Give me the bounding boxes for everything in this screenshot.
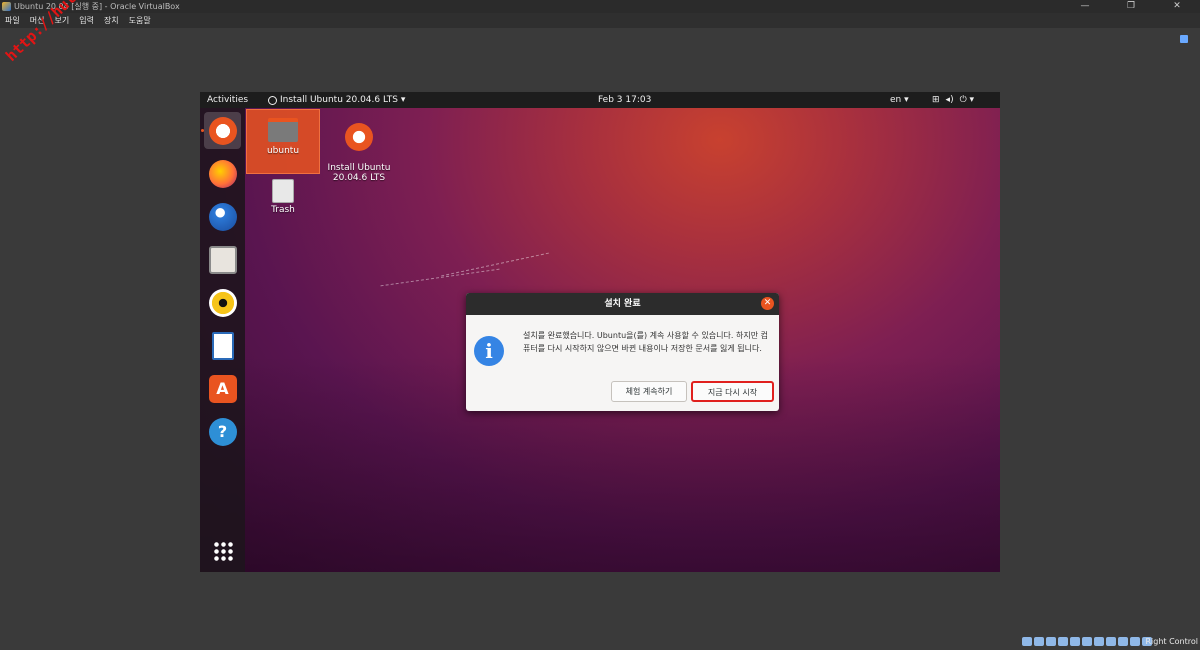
activities-button[interactable]: Activities — [207, 92, 248, 108]
system-tray[interactable]: ⊞ ◂) ⏻ ▾ — [932, 92, 974, 108]
host-key-label: Right Control — [1145, 637, 1198, 646]
dock-software[interactable]: A — [204, 370, 241, 407]
volume-icon: ◂) — [945, 95, 954, 105]
language-selector[interactable]: en ▾ — [890, 92, 909, 108]
power-icon: ⏻ ▾ — [959, 95, 975, 105]
dock-firefox[interactable] — [204, 155, 241, 192]
close-window-button[interactable]: ✕ — [1154, 0, 1200, 13]
dialog-header: 설치 완료 ✕ — [466, 293, 779, 315]
dock-show-apps[interactable] — [204, 532, 241, 569]
vbox-titlebar: Ubuntu 20.04 [실행 중] - Oracle VirtualBox … — [0, 0, 1200, 13]
desktop-installer[interactable]: Install Ubuntu 20.04.6 LTS — [322, 109, 396, 183]
ubuntu-installer-icon — [208, 116, 237, 145]
dock-ubuntu-installer[interactable] — [204, 112, 241, 149]
network-icon: ⊞ — [932, 95, 940, 105]
restart-now-button[interactable]: 지금 다시 시작 — [691, 381, 774, 402]
menu-devices[interactable]: 장치 — [104, 13, 119, 28]
restore-button[interactable]: ❐ — [1108, 0, 1154, 13]
close-icon[interactable]: ✕ — [761, 297, 774, 310]
optical-icon[interactable] — [1034, 637, 1044, 646]
hdd-icon[interactable] — [1022, 637, 1032, 646]
trash-icon — [272, 179, 294, 203]
mouse-integration-icon[interactable] — [1130, 637, 1140, 646]
ubuntu-installer-desktop-icon — [345, 123, 373, 151]
software-center-icon: A — [208, 374, 237, 403]
dock-thunderbird[interactable] — [204, 198, 241, 235]
clock[interactable]: Feb 3 17:03 — [598, 92, 651, 108]
status-icons — [1022, 637, 1152, 646]
minimize-button[interactable]: — — [1062, 0, 1108, 13]
dock-rhythmbox[interactable] — [204, 284, 241, 321]
window-title: Ubuntu 20.04 [실행 중] - Oracle VirtualBox — [14, 2, 180, 11]
shared-folder-icon[interactable] — [1082, 637, 1092, 646]
gnome-topbar: Activities Install Ubuntu 20.04.6 LTS ▾ … — [200, 92, 1000, 108]
display-icon[interactable] — [1094, 637, 1104, 646]
dock-libreoffice-writer[interactable] — [204, 327, 241, 364]
wallpaper-whisker — [380, 268, 500, 287]
app-menu-label: Install Ubuntu 20.04.6 LTS ▾ — [280, 95, 406, 105]
wallpaper-whisker — [441, 252, 549, 277]
home-folder-label: ubuntu — [266, 146, 300, 156]
app-menu[interactable]: Install Ubuntu 20.04.6 LTS ▾ — [268, 92, 405, 108]
window-controls: — ❐ ✕ — [1062, 0, 1200, 13]
usb-icon[interactable] — [1070, 637, 1080, 646]
audio-icon[interactable] — [1046, 637, 1056, 646]
menu-help[interactable]: 도움말 — [129, 13, 151, 28]
trash-label: Trash — [271, 205, 295, 215]
dock-help[interactable]: ? — [204, 413, 241, 450]
dock: A ? — [200, 108, 245, 572]
help-icon: ? — [208, 417, 237, 446]
vbox-statusbar: Right Control — [0, 634, 1200, 650]
installer-small-icon — [268, 95, 277, 105]
continue-testing-button[interactable]: 체험 계속하기 — [611, 381, 687, 402]
install-complete-dialog: 설치 완료 ✕ i 설치를 완료했습니다. Ubuntu을(를) 계속 사용할 … — [466, 293, 779, 411]
menu-file[interactable]: 파일 — [5, 13, 20, 28]
info-icon: i — [474, 336, 504, 366]
recording-icon[interactable] — [1106, 637, 1116, 646]
firefox-icon — [208, 159, 237, 188]
dock-files[interactable] — [204, 241, 241, 278]
rhythmbox-icon — [208, 288, 237, 317]
dialog-title: 설치 완료 — [604, 299, 641, 309]
network-status-icon[interactable] — [1058, 637, 1068, 646]
installer-label: Install Ubuntu 20.04.6 LTS — [327, 163, 391, 183]
notification-icon[interactable] — [1180, 35, 1188, 43]
desktop-home-folder[interactable]: ubuntu — [246, 109, 320, 174]
libreoffice-writer-icon — [211, 331, 234, 360]
files-icon — [208, 245, 237, 274]
dialog-message: 설치를 완료했습니다. Ubuntu을(를) 계속 사용할 수 있습니다. 하지… — [523, 331, 768, 353]
thunderbird-icon — [208, 202, 237, 231]
cpu-icon[interactable] — [1118, 637, 1128, 646]
desktop-trash[interactable]: Trash — [246, 177, 320, 217]
running-indicator — [201, 129, 204, 132]
home-folder-icon — [268, 118, 298, 142]
guest-screen: Activities Install Ubuntu 20.04.6 LTS ▾ … — [200, 92, 1000, 572]
vbox-menubar: 파일 머신 보기 입력 장치 도움말 — [0, 13, 1200, 28]
virtualbox-icon — [2, 2, 11, 11]
show-apps-icon — [212, 540, 233, 561]
menu-input[interactable]: 입력 — [79, 13, 94, 28]
